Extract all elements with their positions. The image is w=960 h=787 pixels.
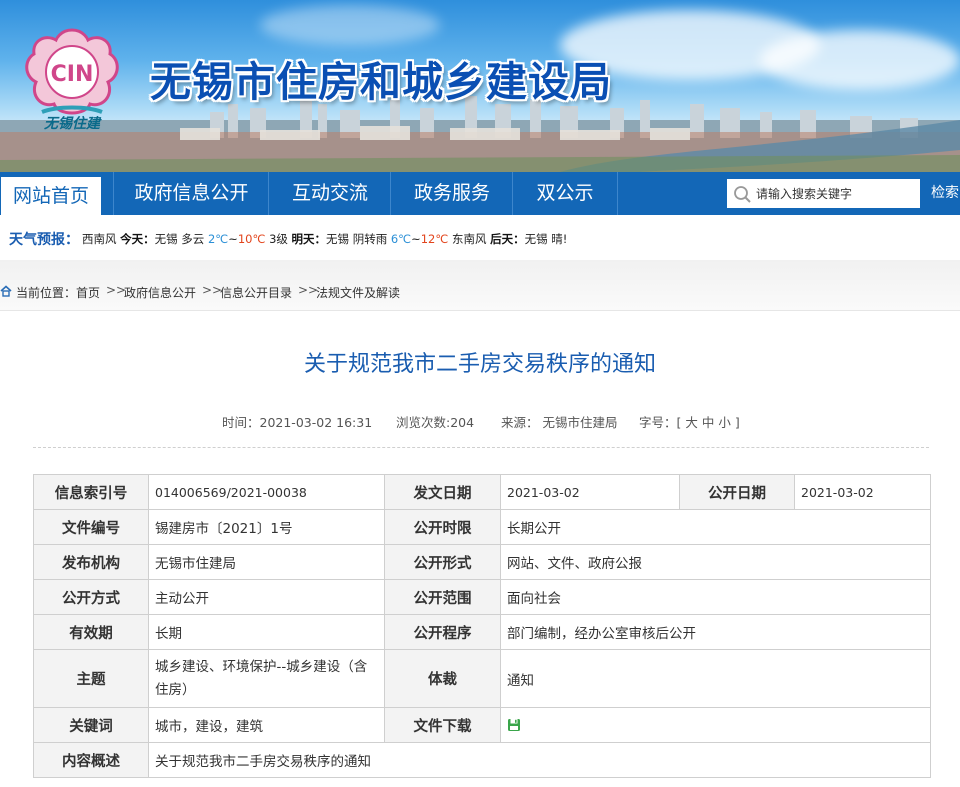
- svg-text:CIN: CIN: [51, 62, 94, 87]
- article-source: 来源： 无锡市住建局: [501, 415, 618, 430]
- breadcrumb-item-gov-info[interactable]: 政府信息公开: [124, 284, 196, 301]
- weather-after-desc: 无锡 晴!: [524, 232, 568, 246]
- site-title: 无锡市住房和城乡建设局: [150, 58, 612, 106]
- publisher-value: 无锡市住建局: [148, 544, 385, 580]
- disclosure-scope-value: 面向社会: [500, 579, 931, 615]
- divider: [33, 447, 929, 448]
- weather-today-label: 今天：: [120, 232, 155, 246]
- article-views: 浏览次数:204: [396, 415, 475, 430]
- table-row: 文件编号 锡建房市〔2021〕1号 公开时限 长期公开: [33, 509, 931, 545]
- table-row: 内容概述 关于规范我市二手房交易秩序的通知: [33, 742, 931, 778]
- font-size-control: 字号：[ 大 中 小 ]: [639, 412, 740, 431]
- nav-item-services[interactable]: 政务服务: [390, 172, 513, 215]
- weather-bar: 天气预报： 西南风 今天：无锡 多云 2℃~10℃ 3级 明天：无锡 阴转雨 6…: [0, 215, 960, 261]
- info-table: 信息索引号 014006569/2021-00038 发文日期 2021-03-…: [33, 474, 931, 778]
- weather-after-label: 后天：: [490, 232, 525, 246]
- font-size-medium[interactable]: 中: [702, 415, 715, 430]
- breadcrumb-item-catalog[interactable]: 信息公开目录: [220, 284, 292, 301]
- disclosure-mode-label: 公开方式: [33, 579, 149, 615]
- table-row: 主题 城乡建设、环境保护--城乡建设（含住房） 体裁 通知: [33, 649, 931, 708]
- validity-label: 有效期: [33, 614, 149, 650]
- article-title: 关于规范我市二手房交易秩序的通知: [303, 352, 656, 377]
- table-row: 关键词 城市，建设，建筑 文件下载: [33, 707, 931, 743]
- weather-tomorrow-low: 6℃: [390, 232, 412, 246]
- search-icon: [734, 186, 751, 203]
- index-value: 014006569/2021-00038: [148, 474, 385, 510]
- doc-number-label: 文件编号: [33, 509, 149, 545]
- font-size-close: ]: [734, 415, 740, 430]
- procedure-label: 公开程序: [384, 614, 501, 650]
- table-row: 发布机构 无锡市住建局 公开形式 网站、文件、政府公报: [33, 544, 931, 580]
- weather-today-wind: 3级: [269, 232, 288, 246]
- download-cell: [500, 707, 931, 743]
- download-label: 文件下载: [384, 707, 501, 743]
- weather-lead: 西南风: [82, 232, 117, 246]
- breadcrumb-item-regulations[interactable]: 法规文件及解读: [316, 284, 400, 301]
- procedure-value: 部门编制，经办公室审核后公开: [500, 614, 931, 650]
- publisher-label: 发布机构: [33, 544, 149, 580]
- nav-item-gov-info[interactable]: 政府信息公开: [113, 172, 269, 215]
- genre-label: 体裁: [384, 649, 501, 708]
- weather-tomorrow-high: 12℃: [420, 232, 449, 246]
- weather-today-high: 10℃: [237, 232, 266, 246]
- disclosure-mode-value: 主动公开: [148, 579, 385, 615]
- topic-value: 城乡建设、环境保护--城乡建设（含住房）: [148, 649, 385, 708]
- nav-item-interaction[interactable]: 互动交流: [268, 172, 391, 215]
- logo-subtitle: 无锡住建: [44, 116, 100, 132]
- disclosure-period-label: 公开时限: [384, 509, 501, 545]
- index-label: 信息索引号: [33, 474, 149, 510]
- summary-value: 关于规范我市二手房交易秩序的通知: [148, 742, 931, 778]
- keywords-value: 城市，建设，建筑: [148, 707, 385, 743]
- home-icon: [0, 285, 12, 297]
- summary-label: 内容概述: [33, 742, 149, 778]
- genre-value: 通知: [500, 649, 931, 708]
- article-time: 时间：2021-03-02 16:31: [222, 415, 373, 430]
- weather-forecast: 西南风 今天：无锡 多云 2℃~10℃ 3级 明天：无锡 阴转雨 6℃~12℃ …: [82, 231, 567, 247]
- disclosure-form-value: 网站、文件、政府公报: [500, 544, 931, 580]
- publish-date-value: 2021-03-02: [794, 474, 931, 510]
- search-button[interactable]: 检索: [921, 179, 960, 208]
- weather-tomorrow-desc: 无锡 阴转雨: [326, 232, 388, 246]
- font-size-label: 字号：[: [639, 415, 682, 430]
- weather-label: 天气预报：: [9, 232, 79, 248]
- weather-today-sep: ~: [228, 232, 238, 246]
- font-size-large[interactable]: 大: [685, 415, 698, 430]
- weather-tomorrow-label: 明天：: [291, 232, 327, 246]
- header-banner: CIN 无锡住建 无锡市住房和城乡建设局: [0, 0, 960, 172]
- nav-item-dual-publicity[interactable]: 双公示: [512, 172, 618, 215]
- keywords-label: 关键词: [33, 707, 149, 743]
- publish-date-label: 公开日期: [679, 474, 795, 510]
- doc-number-value: 锡建房市〔2021〕1号: [148, 509, 385, 545]
- weather-today-desc: 无锡 多云: [154, 232, 205, 246]
- table-row: 有效期 长期 公开程序 部门编制，经办公室审核后公开: [33, 614, 931, 650]
- disclosure-period-value: 长期公开: [500, 509, 931, 545]
- disclosure-form-label: 公开形式: [384, 544, 501, 580]
- table-row: 公开方式 主动公开 公开范围 面向社会: [33, 579, 931, 615]
- disclosure-scope-label: 公开范围: [384, 579, 501, 615]
- issue-date-value: 2021-03-02: [500, 474, 680, 510]
- weather-tomorrow-sep: ~: [411, 232, 421, 246]
- validity-value: 长期: [148, 614, 385, 650]
- breadcrumb-prefix: 当前位置：: [16, 286, 77, 300]
- table-row: 信息索引号 014006569/2021-00038 发文日期 2021-03-…: [33, 474, 931, 510]
- issue-date-label: 发文日期: [384, 474, 501, 510]
- weather-tomorrow-wind: 东南风: [451, 232, 487, 246]
- save-file-icon[interactable]: [507, 718, 521, 732]
- search-input[interactable]: [756, 179, 920, 208]
- font-size-small[interactable]: 小: [718, 415, 731, 430]
- topic-label: 主题: [33, 649, 149, 708]
- breadcrumb-item-home[interactable]: 首页: [76, 284, 100, 301]
- nav-item-home[interactable]: 网站首页: [0, 176, 102, 215]
- weather-today-low: 2℃: [207, 232, 229, 246]
